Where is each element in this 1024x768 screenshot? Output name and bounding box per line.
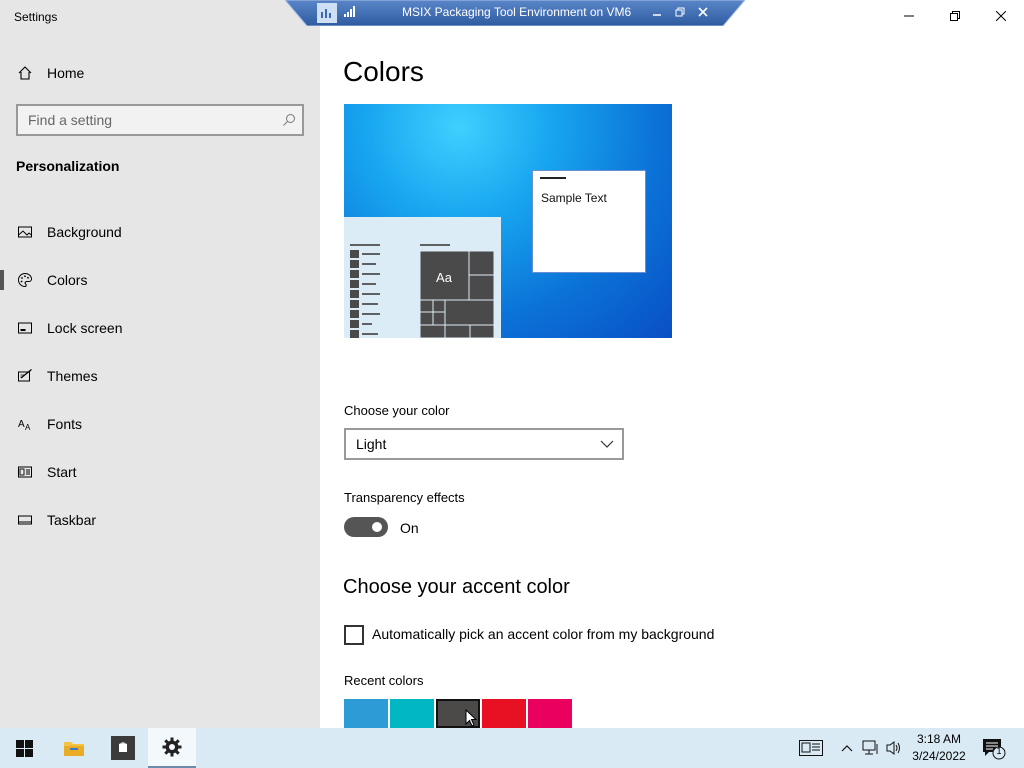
toggle-knob xyxy=(372,522,382,532)
sidebar-item-label: Lock screen xyxy=(47,320,123,336)
page-title: Colors xyxy=(343,56,424,87)
preview-window: Sample Text xyxy=(532,170,646,273)
accent-color-heading: Choose your accent color xyxy=(343,576,570,598)
color-swatch[interactable] xyxy=(482,699,526,728)
settings-taskbar-button[interactable] xyxy=(148,728,196,768)
lock-screen-icon xyxy=(16,319,34,337)
taskbar: 3:18 AM 3/24/2022 1 xyxy=(0,728,1024,768)
preview-start-menu: Aa xyxy=(344,217,501,338)
taskbar-icon xyxy=(16,511,34,529)
choose-color-value: Light xyxy=(356,436,387,452)
preview-window-titlebar xyxy=(540,177,566,179)
choose-color-dropdown[interactable]: Light xyxy=(344,428,624,460)
sidebar-item-label: Colors xyxy=(47,272,88,288)
preview-start-tiles: Aa xyxy=(350,244,495,338)
color-preview: Sample Text Aa xyxy=(344,104,672,338)
preview-tile-text: Aa xyxy=(436,270,453,285)
remote-restore-button[interactable] xyxy=(672,4,688,20)
news-and-interests-icon[interactable] xyxy=(798,738,824,758)
network-icon[interactable] xyxy=(861,738,881,758)
chevron-down-icon xyxy=(600,436,614,452)
notification-count: 1 xyxy=(996,746,1002,756)
remote-close-button[interactable] xyxy=(695,4,711,20)
search-input[interactable] xyxy=(28,112,276,128)
sidebar-item-background[interactable]: Background xyxy=(0,208,320,256)
sidebar-item-label: Fonts xyxy=(47,416,83,432)
msix-tool-button[interactable] xyxy=(99,728,147,768)
windows-logo-icon xyxy=(15,739,33,757)
pin-icon[interactable] xyxy=(317,3,337,23)
sidebar-item-colors[interactable]: Colors xyxy=(0,256,320,304)
close-button[interactable] xyxy=(978,0,1024,32)
nav-list: Background Colors Lock screen Themes AA … xyxy=(0,208,320,544)
restore-button[interactable] xyxy=(932,0,978,32)
minimize-button[interactable] xyxy=(886,0,932,32)
color-swatch[interactable] xyxy=(528,699,572,728)
svg-text:A: A xyxy=(18,419,25,430)
sidebar-item-fonts[interactable]: AA Fonts xyxy=(0,400,320,448)
clock-date: 3/24/2022 xyxy=(912,749,966,763)
sidebar-item-lock-screen[interactable]: Lock screen xyxy=(0,304,320,352)
package-app-icon xyxy=(111,736,135,760)
main-content: Colors Sample Text Aa Choose your color … xyxy=(320,0,1024,728)
notification-icon xyxy=(983,739,1006,760)
auto-accent-label[interactable]: Automatically pick an accent color from … xyxy=(372,626,714,642)
settings-sidebar: Settings Home Personalization Background… xyxy=(0,0,320,728)
volume-icon[interactable] xyxy=(884,738,904,758)
nav-home[interactable]: Home xyxy=(0,56,320,90)
file-explorer-button[interactable] xyxy=(50,728,98,768)
sidebar-item-start[interactable]: Start xyxy=(0,448,320,496)
sidebar-item-label: Start xyxy=(47,464,77,480)
color-swatch[interactable] xyxy=(344,699,388,728)
window-controls xyxy=(886,0,1024,32)
clock-time: 3:18 AM xyxy=(916,732,962,746)
chevron-up-icon[interactable] xyxy=(837,738,857,758)
sidebar-item-label: Themes xyxy=(47,368,98,384)
background-icon xyxy=(16,223,34,241)
svg-text:A: A xyxy=(25,423,31,432)
search-icon[interactable] xyxy=(276,107,302,133)
recent-colors xyxy=(344,699,572,728)
sidebar-item-themes[interactable]: Themes xyxy=(0,352,320,400)
taskbar-clock[interactable]: 3:18 AM 3/24/2022 xyxy=(908,731,970,765)
transparency-label: Transparency effects xyxy=(344,490,465,505)
start-button[interactable] xyxy=(0,728,48,768)
sidebar-item-taskbar[interactable]: Taskbar xyxy=(0,496,320,544)
preview-sample-text: Sample Text xyxy=(541,191,607,205)
section-heading: Personalization xyxy=(16,158,120,174)
gear-icon xyxy=(162,737,182,757)
remote-minimize-button[interactable] xyxy=(649,4,665,20)
action-center-button[interactable]: 1 xyxy=(981,736,1007,760)
home-icon xyxy=(16,64,34,82)
remote-session-title: MSIX Packaging Tool Environment on VM6 xyxy=(402,5,632,19)
connection-quality-icon[interactable] xyxy=(341,4,357,20)
app-title: Settings xyxy=(14,10,58,24)
palette-icon xyxy=(16,271,34,289)
folder-icon xyxy=(64,742,84,756)
themes-icon xyxy=(16,367,34,385)
auto-accent-checkbox[interactable] xyxy=(344,625,364,645)
sidebar-item-label: Taskbar xyxy=(47,512,97,528)
fonts-icon: AA xyxy=(16,415,34,433)
search-box[interactable] xyxy=(16,104,304,136)
start-icon xyxy=(16,463,34,481)
sidebar-item-label: Background xyxy=(47,224,122,240)
transparency-toggle[interactable] xyxy=(344,517,388,537)
nav-home-label: Home xyxy=(47,65,85,81)
color-swatch[interactable] xyxy=(390,699,434,728)
recent-colors-label: Recent colors xyxy=(344,673,424,688)
choose-color-label: Choose your color xyxy=(344,403,450,418)
remote-connection-bar: MSIX Packaging Tool Environment on VM6 xyxy=(285,0,745,26)
transparency-state: On xyxy=(400,520,419,536)
mouse-cursor-icon xyxy=(465,709,478,727)
